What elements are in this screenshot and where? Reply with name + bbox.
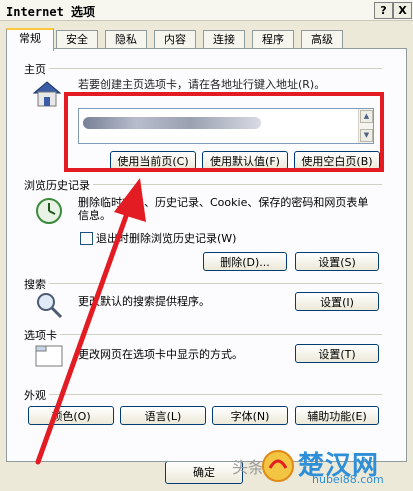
history-clock-icon: [36, 198, 62, 224]
tabs-group-line: [30, 334, 382, 335]
search-group-line: [30, 283, 382, 284]
search-description: 更改默认的搜索提供程序。: [78, 295, 210, 308]
history-group-label: 浏览历史记录: [24, 177, 93, 193]
home-description: 若要创建主页选项卡，请在各地址行键入地址(R)。: [78, 78, 326, 91]
history-delete-button[interactable]: 删除(D)...: [203, 252, 287, 271]
title-bar: Internet 选项 ? X: [0, 0, 413, 21]
tab-general[interactable]: 常规: [6, 28, 54, 51]
tabs-icon: [35, 345, 63, 367]
close-button[interactable]: X: [393, 2, 412, 19]
tab-privacy[interactable]: 隐私: [105, 30, 147, 49]
tab-advanced[interactable]: 高级: [301, 30, 343, 49]
tab-programs[interactable]: 程序: [252, 30, 294, 49]
tab-content[interactable]: 内容: [154, 30, 196, 49]
watermark-url: hubei88.com: [312, 473, 384, 486]
home-icon: [32, 81, 62, 107]
fonts-button[interactable]: 字体(N): [212, 406, 288, 425]
tab-connections[interactable]: 连接: [203, 30, 245, 49]
help-button[interactable]: ?: [374, 2, 393, 19]
appearance-group-label: 外观: [24, 387, 49, 403]
window-title: Internet 选项: [6, 5, 96, 19]
home-group-line: [30, 68, 382, 69]
languages-button[interactable]: 语言(L): [120, 406, 206, 425]
history-description: 删除临时文件、历史记录、Cookie、保存的密码和网页表单信息。: [78, 196, 369, 222]
tabs-group-label: 选项卡: [24, 327, 60, 343]
search-icon: [37, 293, 63, 319]
tab-security[interactable]: 安全: [56, 30, 98, 49]
watermark-logo-icon: [262, 450, 294, 482]
accessibility-button[interactable]: 辅助功能(E): [295, 406, 379, 425]
tabs-description: 更改网页在选项卡中显示的方式。: [78, 348, 243, 361]
search-settings-button[interactable]: 设置(I): [295, 292, 379, 311]
history-settings-button[interactable]: 设置(S): [295, 252, 379, 271]
colors-button[interactable]: 颜色(O): [28, 406, 114, 425]
home-group-label: 主页: [24, 61, 49, 77]
tabs-settings-button[interactable]: 设置(T): [295, 344, 379, 363]
delete-on-exit-label: 退出时删除浏览历史记录(W): [96, 232, 237, 245]
delete-on-exit-checkbox[interactable]: [80, 232, 93, 245]
appearance-group-line: [30, 394, 382, 395]
highlight-box: [64, 92, 384, 172]
